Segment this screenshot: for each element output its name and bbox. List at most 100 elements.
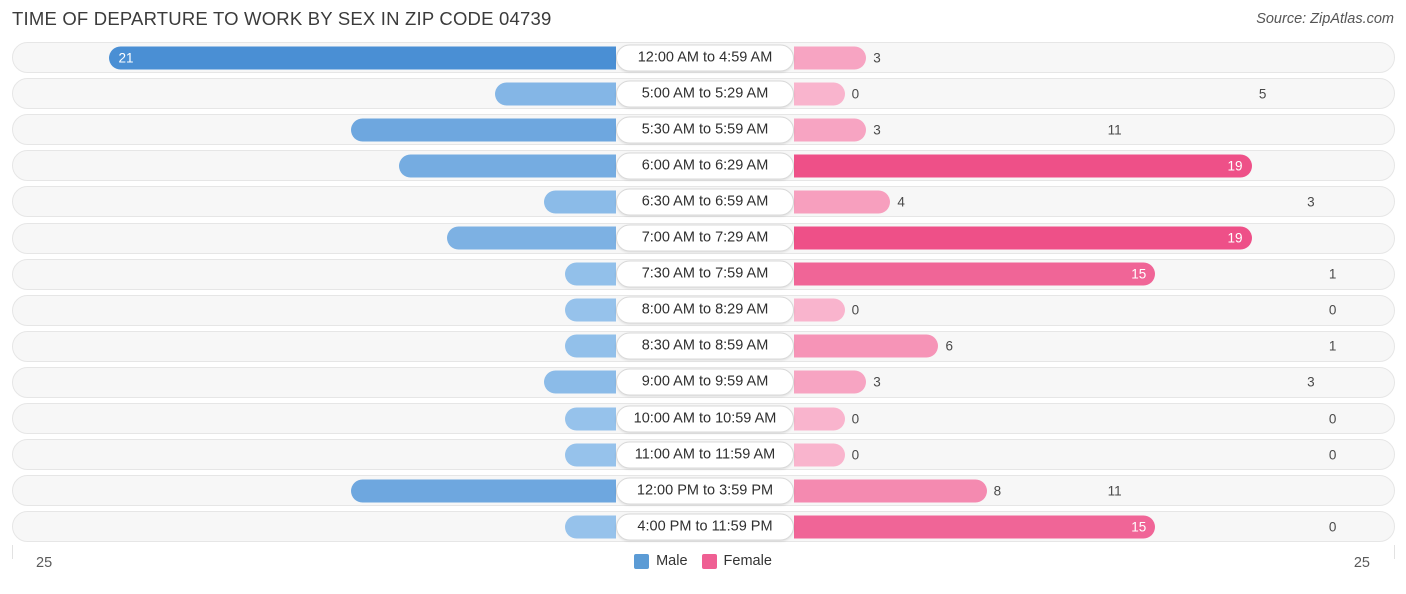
legend-label-male: Male: [656, 553, 688, 569]
bar-value-male: 21: [118, 50, 134, 65]
bar-value-female: 19: [1227, 230, 1243, 246]
chart-legend: Male Female: [0, 553, 1406, 569]
bar-male[interactable]: [565, 407, 616, 430]
legend-item-male[interactable]: Male: [634, 553, 688, 569]
chart-row[interactable]: 1 6 8:30 AM to 8:59 AM: [12, 330, 1395, 362]
chart-row[interactable]: 0 0 11:00 AM to 11:59 AM: [12, 439, 1395, 471]
bar-track: 0 0 10:00 AM to 10:59 AM: [13, 404, 1394, 433]
chart-row[interactable]: 0 0 8:00 AM to 8:29 AM: [12, 294, 1395, 326]
bar-male[interactable]: [543, 370, 616, 394]
chart-row[interactable]: 21 3 12:00 AM to 4:59 AM: [12, 42, 1395, 73]
bar-value-male: 3: [1307, 194, 1315, 210]
bar-female[interactable]: [794, 46, 867, 69]
bar-female[interactable]: [794, 262, 1156, 286]
bar-male[interactable]: [565, 298, 616, 322]
bar-track: 5 0 5:00 AM to 5:29 AM: [13, 79, 1394, 108]
bar-value-female: 0: [851, 411, 860, 426]
bar-male[interactable]: [350, 479, 616, 503]
bar-value-female: 15: [1131, 519, 1147, 535]
page-title: TIME OF DEPARTURE TO WORK BY SEX IN ZIP …: [12, 8, 552, 29]
bar-value-male: 5: [1258, 86, 1267, 102]
bar-value-female: 3: [873, 374, 881, 390]
bar-track: 0 0 8:00 AM to 8:29 AM: [13, 296, 1394, 325]
category-label: 5:30 AM to 5:59 AM: [616, 116, 794, 144]
bar-track: 11 8 12:00 PM to 3:59 PM: [13, 476, 1394, 505]
bar-female[interactable]: [794, 443, 845, 467]
bar-value-female: 6: [945, 338, 953, 354]
bar-female[interactable]: [794, 334, 939, 358]
bar-track: 9196:00 AM to 6:29 AM: [13, 151, 1394, 180]
bar-value-female: 0: [851, 86, 860, 102]
bar-value-male: 0: [1328, 302, 1337, 318]
chart-row[interactable]: 1 15 7:30 AM to 7:59 AM: [12, 258, 1395, 290]
bar-value-male: 0: [1328, 447, 1337, 463]
bar-male[interactable]: [495, 82, 616, 106]
category-label: 8:30 AM to 8:59 AM: [616, 332, 794, 360]
chart-row[interactable]: 3 3 9:00 AM to 9:59 AM: [12, 366, 1395, 398]
chart-plot-area: 21 3 12:00 AM to 4:59 AM 5 0 5:00 AM to 5:29 …: [0, 40, 1406, 545]
legend-swatch-male-icon: [634, 553, 650, 569]
chart-row[interactable]: 0 0 10:00 AM to 10:59 AM: [12, 403, 1395, 434]
bar-female[interactable]: [794, 190, 891, 214]
bar-value-female: 19: [1227, 158, 1243, 174]
bar-value-male: 3: [1307, 374, 1315, 390]
bar-track: 21 3 12:00 AM to 4:59 AM: [13, 43, 1394, 72]
bar-track: 3 4 6:30 AM to 6:59 AM: [13, 187, 1394, 216]
bar-male[interactable]: [447, 226, 616, 250]
chart-row[interactable]: 7197:00 AM to 7:29 AM: [12, 222, 1395, 254]
category-label: 5:00 AM to 5:29 AM: [616, 80, 794, 108]
bar-track: 1 15 7:30 AM to 7:59 AM: [13, 260, 1394, 289]
bar-track: 1 6 8:30 AM to 8:59 AM: [13, 332, 1394, 361]
category-label: 10:00 AM to 10:59 AM: [616, 405, 794, 432]
bar-male[interactable]: [565, 443, 616, 467]
bar-female[interactable]: [794, 479, 987, 503]
bar-female[interactable]: [794, 82, 845, 106]
bar-track: 0 0 11:00 AM to 11:59 AM: [13, 440, 1394, 469]
chart-footer: 25 25 Male Female: [0, 545, 1406, 594]
chart-row[interactable]: 11 8 12:00 PM to 3:59 PM: [12, 475, 1395, 507]
legend-label-female: Female: [723, 553, 772, 569]
category-label: 6:30 AM to 6:59 AM: [616, 188, 794, 216]
chart-row[interactable]: 11 3 5:30 AM to 5:59 AM: [12, 114, 1395, 146]
bar-male[interactable]: [350, 118, 616, 142]
bar-track: 11 3 5:30 AM to 5:59 AM: [13, 115, 1394, 144]
category-label: 8:00 AM to 8:29 AM: [616, 296, 794, 324]
bar-male[interactable]: [565, 262, 616, 286]
bar-male[interactable]: [565, 334, 616, 358]
bar-track: 0 15 4:00 PM to 11:59 PM: [13, 512, 1394, 541]
bar-female[interactable]: [794, 118, 867, 142]
chart-row[interactable]: 9196:00 AM to 6:29 AM: [12, 150, 1395, 182]
bar-female[interactable]: [794, 515, 1156, 539]
source-attribution: Source: ZipAtlas.com: [1256, 11, 1394, 27]
bar-value-female: 8: [993, 483, 1002, 499]
bar-female[interactable]: [794, 370, 867, 394]
bar-value-male: 0: [1328, 411, 1337, 426]
bar-value-male: 11: [1107, 122, 1122, 138]
bar-male[interactable]: [398, 154, 616, 178]
chart-row[interactable]: 3 4 6:30 AM to 6:59 AM: [12, 186, 1395, 218]
bar-male[interactable]: [565, 515, 616, 539]
category-label: 6:00 AM to 6:29 AM: [616, 152, 794, 180]
bar-male[interactable]: [109, 46, 616, 69]
bar-female[interactable]: [794, 298, 845, 322]
bar-value-male: 1: [1328, 266, 1337, 282]
bar-value-female: 4: [897, 194, 905, 210]
legend-item-female[interactable]: Female: [701, 553, 772, 569]
category-label: 12:00 PM to 3:59 PM: [616, 477, 794, 505]
bar-female[interactable]: [794, 226, 1252, 250]
bar-track: 7197:00 AM to 7:29 AM: [13, 224, 1394, 253]
chart-header: TIME OF DEPARTURE TO WORK BY SEX IN ZIP …: [0, 0, 1406, 40]
bar-value-female: 0: [851, 447, 860, 463]
bar-female[interactable]: [794, 407, 845, 430]
category-label: 9:00 AM to 9:59 AM: [616, 368, 794, 396]
bar-value-male: 11: [1107, 483, 1122, 499]
chart-row[interactable]: 5 0 5:00 AM to 5:29 AM: [12, 78, 1395, 110]
chart-row[interactable]: 0 15 4:00 PM to 11:59 PM: [12, 511, 1395, 543]
bar-male[interactable]: [543, 190, 616, 214]
bar-female[interactable]: [794, 154, 1252, 178]
category-label: 4:00 PM to 11:59 PM: [616, 513, 794, 541]
category-label: 7:00 AM to 7:29 AM: [616, 224, 794, 252]
category-label: 11:00 AM to 11:59 AM: [616, 441, 794, 469]
bar-value-female: 15: [1131, 266, 1147, 282]
legend-swatch-female-icon: [701, 553, 717, 569]
